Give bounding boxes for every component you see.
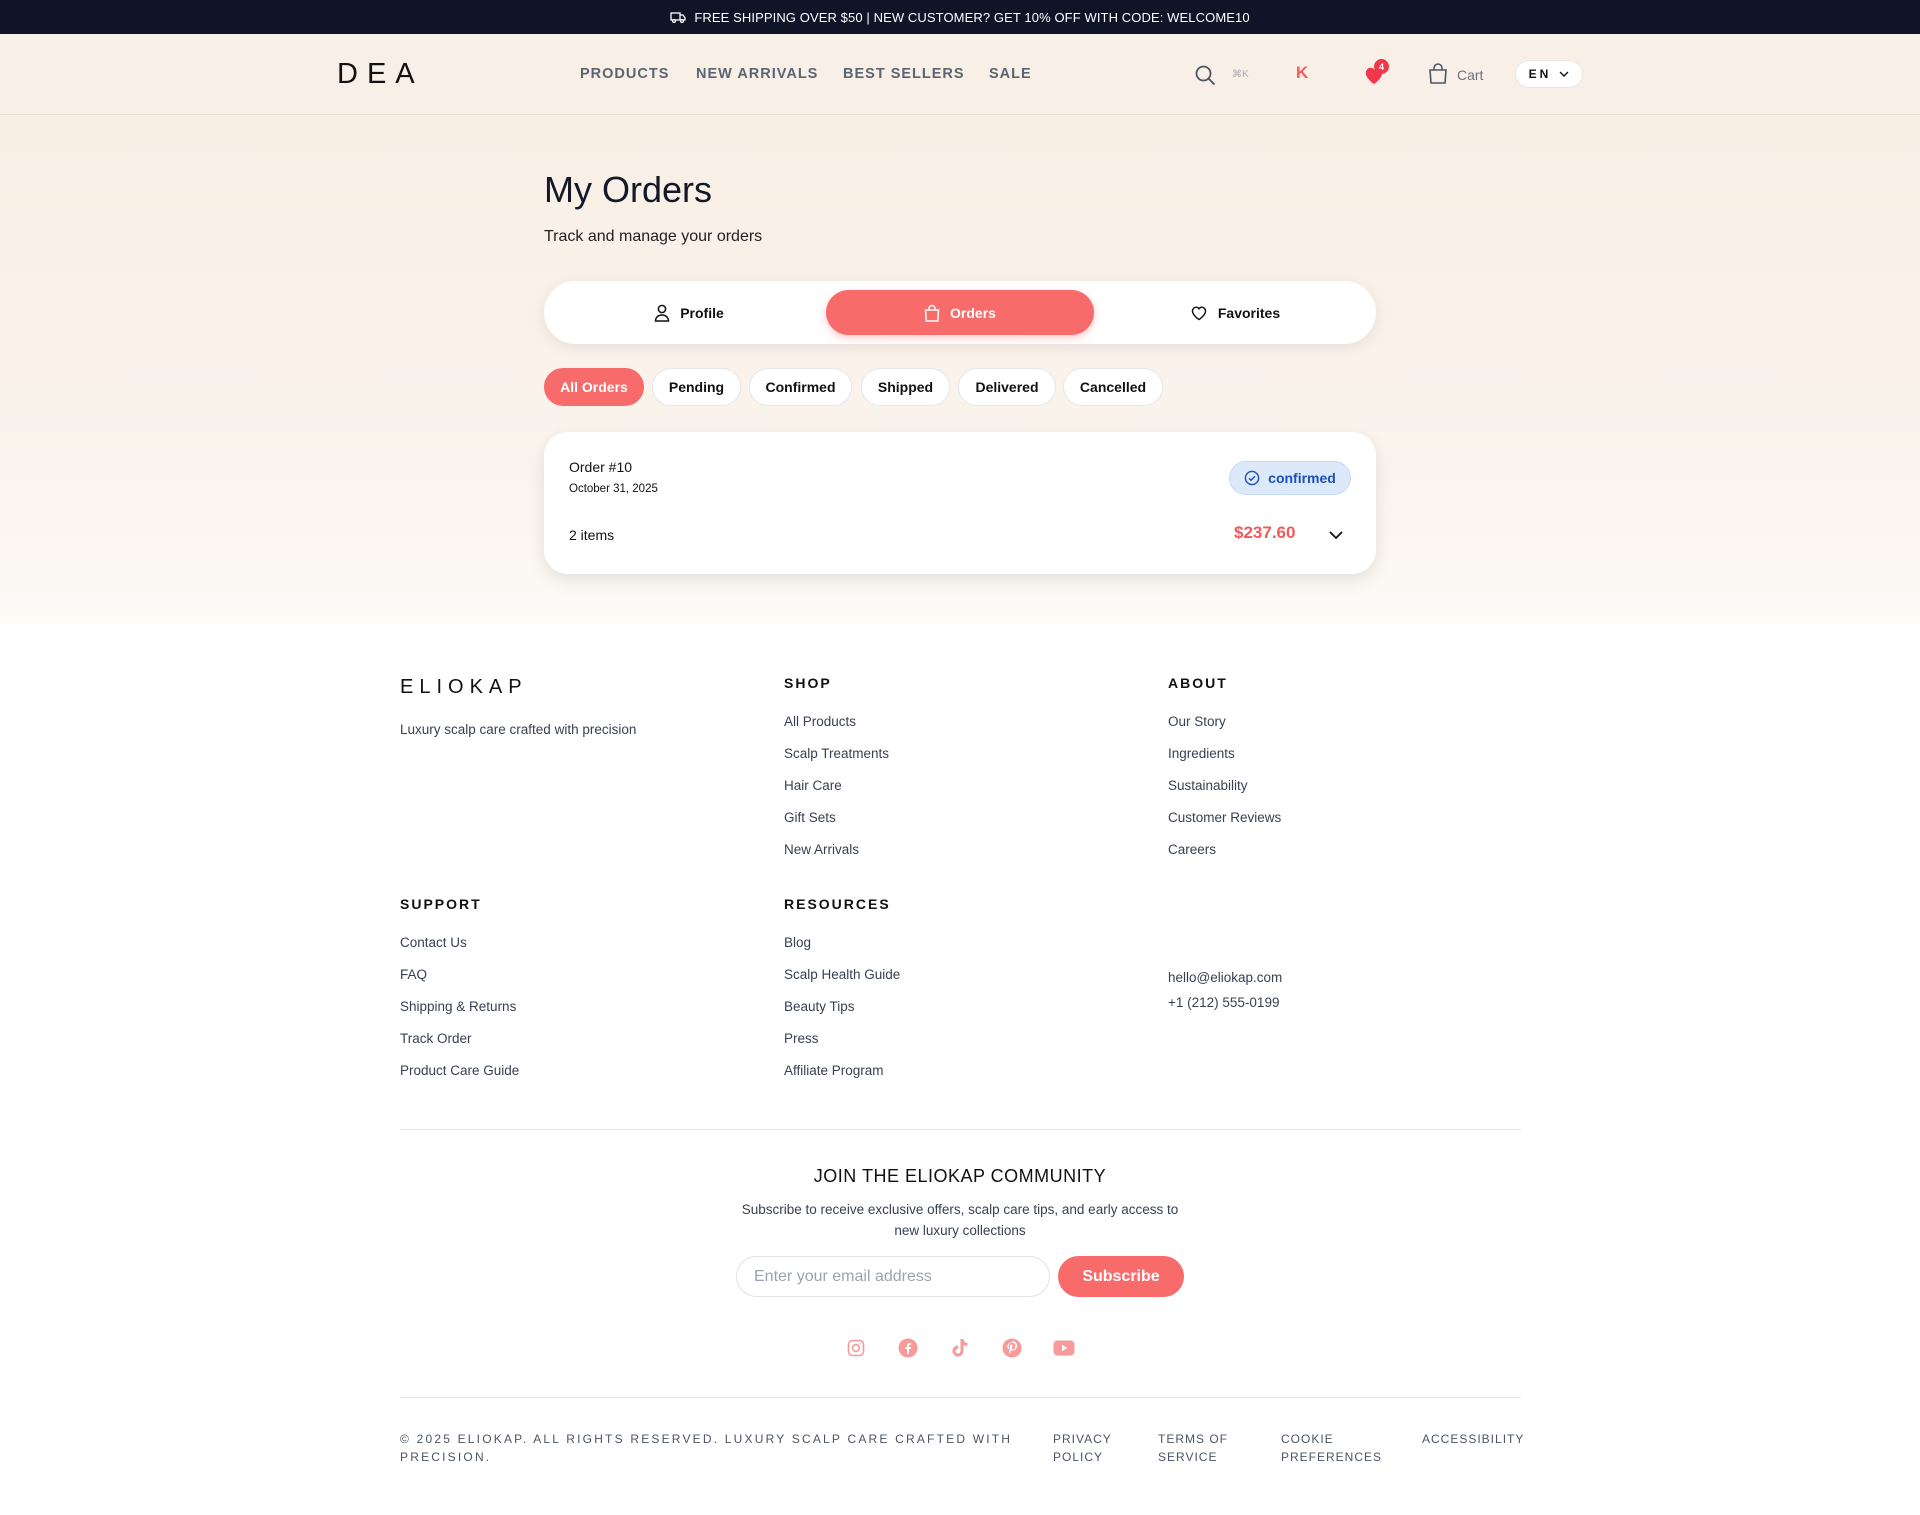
language-selector[interactable]: EN <box>1515 60 1583 88</box>
social-instagram-link[interactable] <box>845 1337 867 1359</box>
page-title: My Orders <box>544 169 713 210</box>
youtube-icon <box>1053 1340 1075 1356</box>
footer-link[interactable]: Sustainability <box>1168 778 1248 793</box>
tab-favorites[interactable]: Favorites <box>1094 290 1376 335</box>
tab-profile-label: Profile <box>680 304 724 321</box>
footer-link[interactable]: Affiliate Program <box>784 1063 884 1078</box>
footer-link[interactable]: Careers <box>1168 842 1216 857</box>
tiktok-icon <box>952 1339 968 1357</box>
site-logo[interactable]: DEA <box>337 58 424 91</box>
footer-tagline: Luxury scalp care crafted with precision <box>400 722 637 737</box>
nav-products[interactable]: PRODUCTS <box>580 66 669 82</box>
status-label: confirmed <box>1268 470 1336 486</box>
facebook-icon <box>898 1338 918 1358</box>
cart-button[interactable] <box>1427 62 1449 86</box>
pinterest-icon <box>1002 1338 1022 1358</box>
filter-all-orders[interactable]: All Orders <box>544 368 644 406</box>
footer-shop-heading: SHOP <box>784 675 832 691</box>
footer-link[interactable]: Product Care Guide <box>400 1063 519 1078</box>
filter-confirmed[interactable]: Confirmed <box>749 368 852 406</box>
shopping-bag-icon <box>924 304 940 322</box>
order-card[interactable]: Order #10 October 31, 2025 confirmed 2 i… <box>544 432 1376 574</box>
contact-email[interactable]: hello@eliokap.com <box>1168 970 1282 985</box>
site-header: DEA PRODUCTS NEW ARRIVALS BEST SELLERS S… <box>0 34 1920 115</box>
account-tabs: Profile Orders Favorites <box>544 281 1376 344</box>
chevron-down-icon <box>1329 531 1343 540</box>
status-badge: confirmed <box>1229 461 1351 495</box>
announcement-bar: FREE SHIPPING OVER $50 | NEW CUSTOMER? G… <box>0 0 1920 34</box>
tab-profile[interactable]: Profile <box>544 290 834 335</box>
footer-brand: ELIOKAP <box>400 676 528 698</box>
nav-sale[interactable]: SALE <box>989 66 1032 82</box>
footer-resources-heading: RESOURCES <box>784 896 891 912</box>
expand-order-button[interactable] <box>1325 524 1347 546</box>
tab-favorites-label: Favorites <box>1217 304 1281 321</box>
user-icon <box>654 304 670 322</box>
language-value: EN <box>1528 67 1552 81</box>
footer-link[interactable]: Track Order <box>400 1031 472 1046</box>
search-shortcut-hint: ⌘K <box>1232 69 1249 80</box>
shopping-bag-icon <box>1429 63 1447 84</box>
newsletter-title: JOIN THE ELIOKAP COMMUNITY <box>813 1166 1107 1186</box>
footer-link[interactable]: All Products <box>784 714 856 729</box>
footer-link[interactable]: New Arrivals <box>784 842 859 857</box>
user-avatar[interactable]: K <box>1296 63 1308 83</box>
social-facebook-link[interactable] <box>897 1337 919 1359</box>
nav-best-sellers[interactable]: BEST SELLERS <box>843 66 965 82</box>
announcement-text: FREE SHIPPING OVER $50 | NEW CUSTOMER? G… <box>694 9 1250 25</box>
order-total: $237.60 <box>1234 523 1296 542</box>
filter-delivered[interactable]: Delivered <box>958 368 1056 406</box>
social-tiktok-link[interactable] <box>949 1337 971 1359</box>
footer-bottom-divider <box>400 1397 1521 1398</box>
legal-terms-of-service[interactable]: TERMS OF SERVICE <box>1158 1430 1238 1466</box>
legal-cookie-preferences[interactable]: COOKIE PREFERENCES <box>1281 1430 1391 1466</box>
legal-accessibility[interactable]: ACCESSIBILITY <box>1422 1430 1532 1448</box>
tab-orders[interactable]: Orders <box>826 290 1094 335</box>
heart-icon <box>1191 305 1207 320</box>
footer-link[interactable]: FAQ <box>400 967 427 982</box>
search-icon <box>1195 65 1215 85</box>
truck-icon <box>670 12 686 24</box>
social-youtube-link[interactable] <box>1053 1337 1075 1359</box>
tab-orders-label: Orders <box>950 304 996 321</box>
social-pinterest-link[interactable] <box>1001 1337 1023 1359</box>
filter-pending[interactable]: Pending <box>652 368 741 406</box>
page-subtitle: Track and manage your orders <box>544 228 763 245</box>
legal-privacy-policy[interactable]: PRIVACY POLICY <box>1053 1430 1123 1466</box>
footer-link[interactable]: Hair Care <box>784 778 842 793</box>
filter-cancelled[interactable]: Cancelled <box>1063 368 1163 406</box>
contact-phone[interactable]: +1 (212) 555-0199 <box>1168 995 1279 1010</box>
chevron-down-icon <box>1559 71 1569 77</box>
footer-link[interactable]: Contact Us <box>400 935 467 950</box>
footer-link[interactable]: Scalp Health Guide <box>784 967 900 982</box>
instagram-icon <box>847 1339 865 1357</box>
footer-link[interactable]: Scalp Treatments <box>784 746 889 761</box>
newsletter-subtitle: Subscribe to receive exclusive offers, s… <box>741 1202 1179 1238</box>
footer-link[interactable]: Gift Sets <box>784 810 836 825</box>
footer-divider <box>400 1129 1521 1130</box>
footer-link[interactable]: Customer Reviews <box>1168 810 1281 825</box>
footer-support-heading: SUPPORT <box>400 896 482 912</box>
footer-about-heading: ABOUT <box>1168 675 1228 691</box>
favorites-count-badge: 4 <box>1374 59 1389 74</box>
check-circle-icon <box>1244 470 1260 486</box>
footer-link[interactable]: Our Story <box>1168 714 1226 729</box>
copyright: © 2025 ELIOKAP. ALL RIGHTS RESERVED. LUX… <box>400 1432 1013 1464</box>
footer-link[interactable]: Beauty Tips <box>784 999 855 1014</box>
footer-link[interactable]: Ingredients <box>1168 746 1235 761</box>
order-item-count: 2 items <box>569 527 615 543</box>
subscribe-button[interactable]: Subscribe <box>1058 1256 1184 1297</box>
order-date: October 31, 2025 <box>569 483 658 495</box>
search-button[interactable] <box>1193 63 1217 87</box>
footer-link[interactable]: Blog <box>784 935 811 950</box>
newsletter-email-input[interactable] <box>736 1256 1050 1297</box>
cart-label[interactable]: Cart <box>1457 67 1483 83</box>
footer-link[interactable]: Press <box>784 1031 819 1046</box>
nav-new-arrivals[interactable]: NEW ARRIVALS <box>696 66 818 82</box>
order-number: Order #10 <box>569 459 633 475</box>
footer-link[interactable]: Shipping & Returns <box>400 999 516 1014</box>
filter-shipped[interactable]: Shipped <box>861 368 950 406</box>
